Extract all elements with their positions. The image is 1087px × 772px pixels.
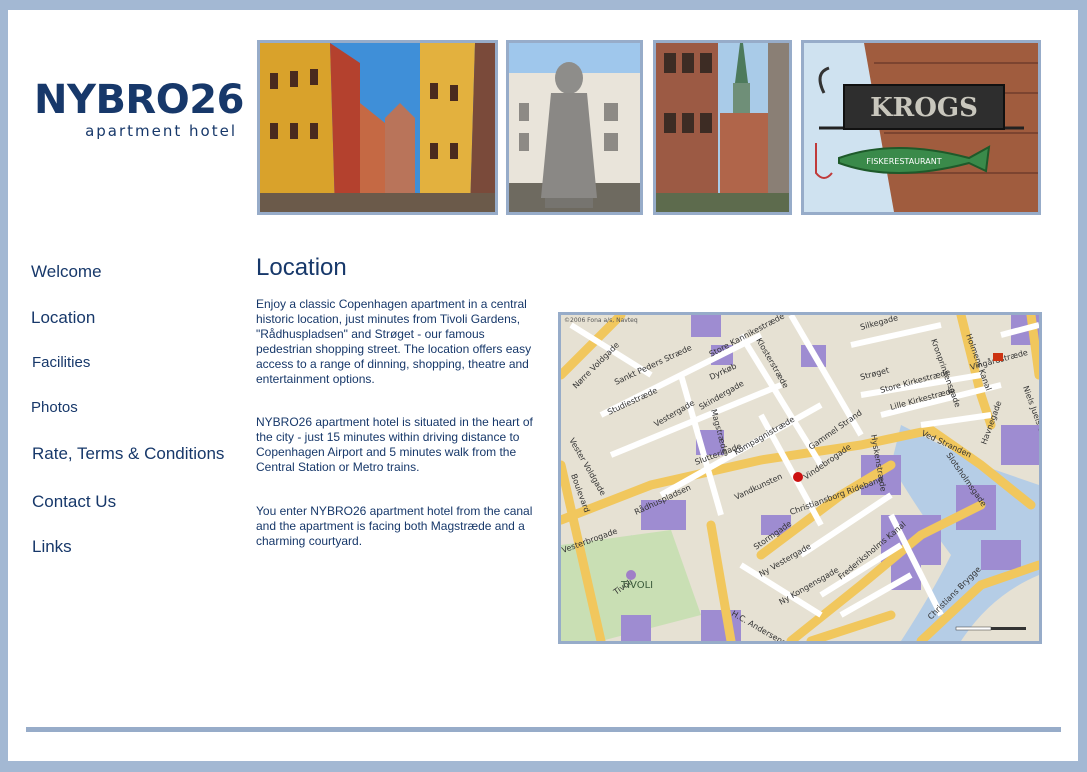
krogs-fish-text: FISKERESTAURANT bbox=[866, 157, 941, 166]
nav-facilities[interactable]: Facilities bbox=[32, 354, 90, 371]
nav-contact-us[interactable]: Contact Us bbox=[32, 492, 116, 512]
krogs-sign-text: KROGS bbox=[870, 93, 978, 123]
logo-name: NYBRO26 bbox=[34, 77, 244, 123]
map-tivoli-marker bbox=[626, 570, 636, 580]
location-paragraph-1: Enjoy a classic Copenhagen apartment in … bbox=[256, 297, 532, 386]
header-photo-statue bbox=[506, 40, 643, 215]
nav-links[interactable]: Links bbox=[32, 537, 72, 557]
map-scale-bar bbox=[955, 626, 1026, 631]
header-photo-krogs-sign: KROGS FISKERESTAURANT bbox=[801, 40, 1041, 215]
page-title: Location bbox=[256, 254, 347, 281]
header-photo-street bbox=[257, 40, 498, 215]
map-metro-icon bbox=[993, 353, 1003, 361]
nav-photos[interactable]: Photos bbox=[31, 399, 78, 416]
page-container: NYBRO26 apartment hotel KROGS FISKERESTA… bbox=[8, 10, 1078, 761]
location-map[interactable]: Nørre Voldgade Sankt Peders Stræde Studi… bbox=[558, 312, 1042, 644]
map-tivoli-label: TIVOLI bbox=[620, 580, 653, 591]
location-paragraph-2: NYBRO26 apartment hotel is situated in t… bbox=[256, 415, 533, 474]
map-svg: Nørre Voldgade Sankt Peders Stræde Studi… bbox=[561, 315, 1039, 641]
footer-divider bbox=[26, 727, 1061, 732]
logo[interactable]: NYBRO26 apartment hotel bbox=[34, 80, 244, 155]
header-photo-tower bbox=[653, 40, 792, 215]
location-paragraph-3: You enter NYBRO26 apartment hotel from t… bbox=[256, 504, 533, 548]
map-copyright: ©2006 Fona a/s, Navteq bbox=[564, 317, 638, 324]
nav-rate-terms[interactable]: Rate, Terms & Conditions bbox=[32, 444, 224, 464]
logo-tagline: apartment hotel bbox=[85, 122, 237, 140]
nav-welcome[interactable]: Welcome bbox=[31, 262, 102, 282]
nav-location[interactable]: Location bbox=[31, 308, 95, 328]
hotel-location-marker[interactable] bbox=[793, 472, 803, 482]
